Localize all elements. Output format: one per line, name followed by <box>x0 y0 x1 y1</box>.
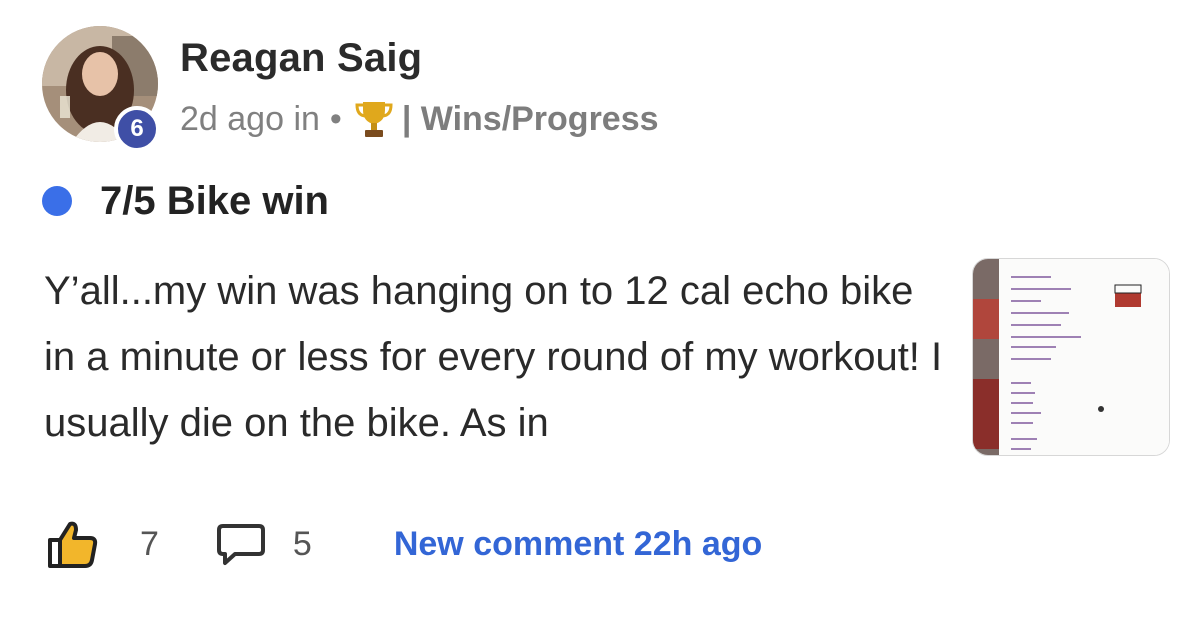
new-comment-link[interactable]: New comment 22h ago <box>394 525 762 564</box>
trophy-icon <box>355 102 393 137</box>
comment-count: 5 <box>292 524 312 563</box>
post-footer: 7 5 New comment 22h ago <box>44 516 762 572</box>
like-count: 7 <box>140 524 159 563</box>
post-time: 2d ago in <box>180 99 320 138</box>
meta-separator: • <box>329 99 342 138</box>
post-title-row[interactable]: 7/5 Bike win <box>42 176 329 226</box>
comment-icon[interactable] <box>215 518 267 570</box>
thumbs-up-icon[interactable] <box>44 516 100 572</box>
post-body[interactable]: Y’all...my win was hanging on to 12 cal … <box>44 258 944 456</box>
post-meta: 2d ago in • | Wins/Progress <box>180 98 659 140</box>
unread-dot-icon <box>42 186 72 216</box>
avatar[interactable]: 6 <box>42 26 160 152</box>
post-card[interactable]: 6 Reagan Saig 2d ago in • | Wins/Progres… <box>0 0 1200 621</box>
author-name[interactable]: Reagan Saig <box>180 36 422 81</box>
post-image-thumbnail[interactable] <box>972 258 1170 456</box>
category-link[interactable]: | Wins/Progress <box>402 100 659 139</box>
post-title[interactable]: 7/5 Bike win <box>100 179 329 224</box>
level-badge: 6 <box>114 106 160 152</box>
